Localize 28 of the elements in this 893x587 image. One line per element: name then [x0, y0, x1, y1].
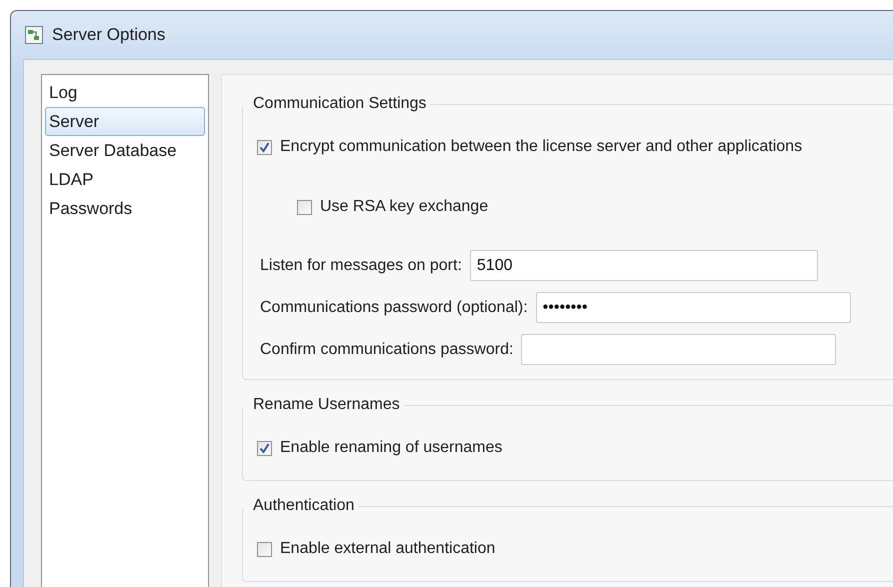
category-item[interactable]: Passwords	[45, 194, 205, 223]
window-title: Server Options	[52, 25, 166, 45]
input-field[interactable]	[521, 334, 836, 365]
field-label: Communications password (optional):	[259, 298, 529, 316]
checkbox-box[interactable]	[257, 440, 272, 456]
checkbox-box[interactable]	[297, 200, 312, 214]
field-label: Confirm communications password:	[259, 340, 514, 358]
app-icon	[25, 26, 43, 44]
checkbox-label: Encrypt communication between the license server and other applications	[280, 138, 802, 156]
category-item[interactable]: Server	[45, 107, 205, 136]
checkbox-label: Use RSA key exchange	[320, 198, 488, 216]
category-item[interactable]: Log	[45, 78, 205, 107]
category-item[interactable]: Server Database	[45, 136, 205, 165]
category-item[interactable]: LDAP	[45, 165, 205, 194]
checkbox-box[interactable]	[257, 140, 272, 154]
checkbox[interactable]: Enable external authentication	[257, 535, 893, 563]
group-title: Communication Settings	[252, 95, 428, 113]
checkbox[interactable]: Use RSA key exchange	[297, 193, 893, 221]
checkbox[interactable]: Enable renaming of usernames	[257, 434, 893, 462]
checkbox-label: Enable renaming of usernames	[280, 439, 502, 457]
group-title: Rename Usernames	[252, 396, 401, 414]
checkbox-label: Enable external authentication	[280, 540, 496, 558]
checkbox[interactable]: Encrypt communication between the license server and other applications	[257, 133, 893, 161]
field-label: Listen for messages on port:	[259, 256, 463, 274]
checkbox-box[interactable]	[257, 542, 272, 556]
group-title: Authentication	[252, 497, 356, 515]
input-field[interactable]: 5100	[470, 250, 818, 281]
input-field[interactable]: ••••••••	[536, 292, 851, 323]
